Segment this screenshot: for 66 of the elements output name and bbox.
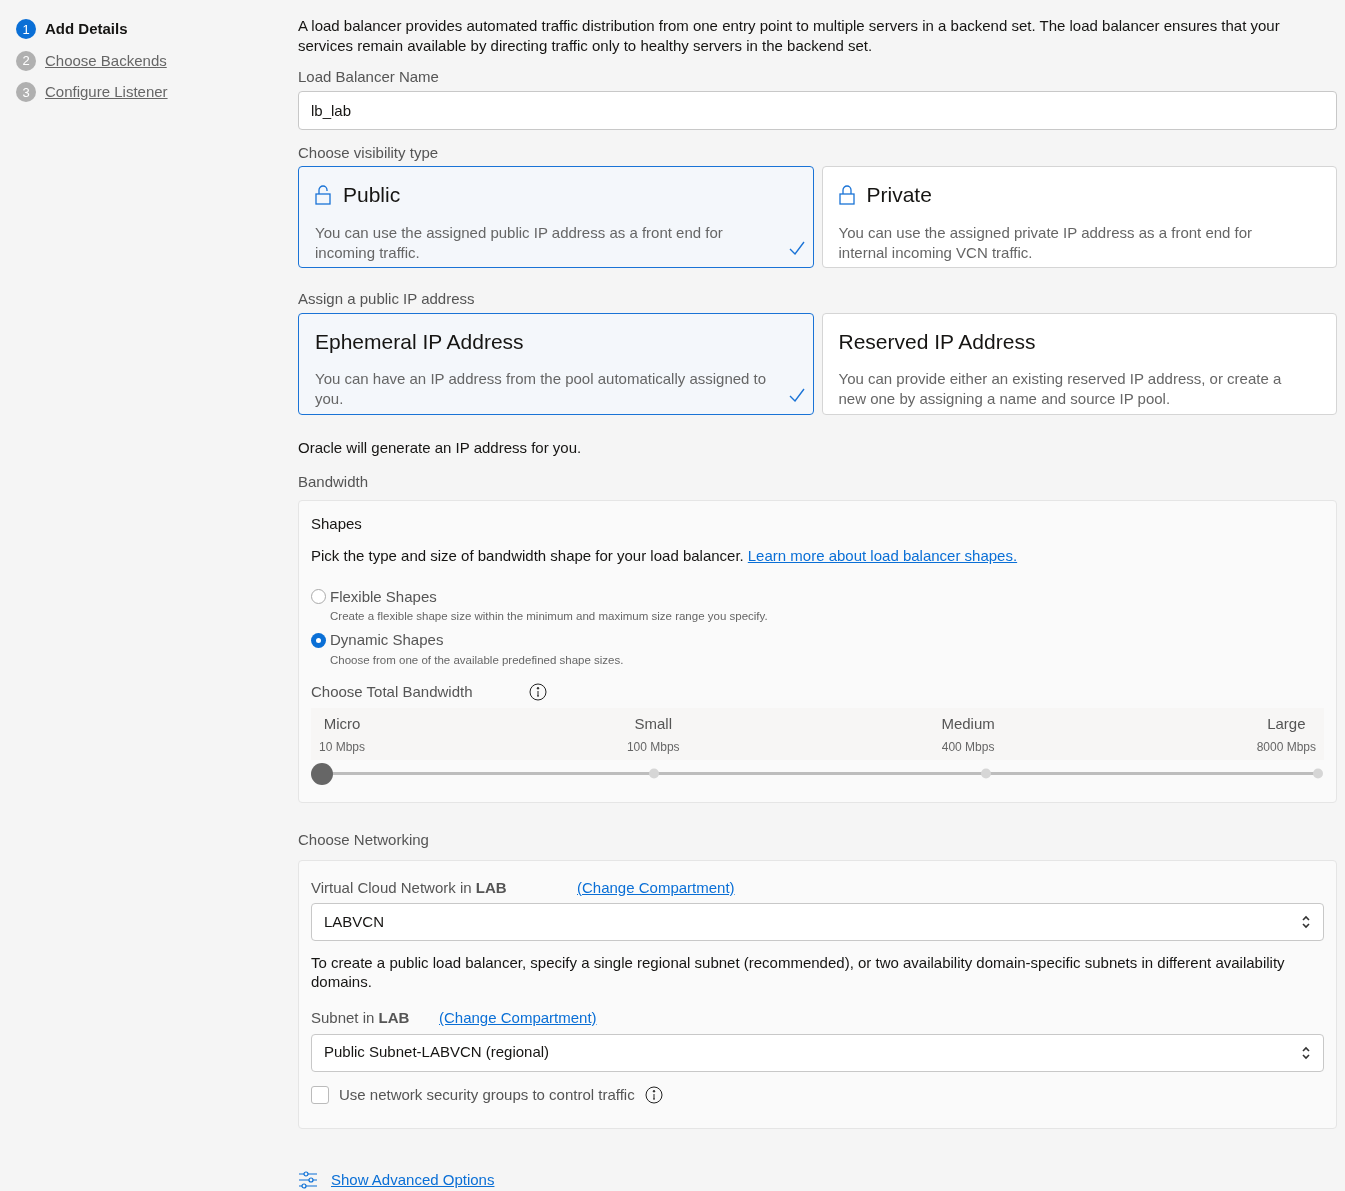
radio-label: Dynamic Shapes	[330, 630, 444, 651]
vcn-select[interactable]: LABVCN	[311, 903, 1324, 941]
stop-speed: 8000 Mbps	[1256, 739, 1316, 756]
step-link[interactable]: Configure Listener	[45, 81, 168, 104]
option-description: You can have an IP address from the pool automatically assigned to you.	[315, 369, 768, 409]
change-compartment-link[interactable]: (Change Compartment)	[577, 876, 735, 899]
radio-hint: Create a flexible shape size within the minimum and maximum size range you specify.	[330, 609, 769, 624]
option-title: Ephemeral IP Address	[315, 328, 524, 355]
stop-speed: 100 Mbps	[626, 739, 680, 756]
up-down-chevron-icon	[1301, 1044, 1311, 1061]
ip-note: Oracle will generate an IP address for you.	[298, 437, 583, 458]
stop-speed: 10 Mbps	[319, 739, 366, 756]
show-advanced-options-link[interactable]: Show Advanced Options	[331, 1169, 495, 1191]
stop-name: Medium	[941, 713, 995, 734]
option-card[interactable]: Public You can use the assigned public IP address as a front end for incoming traffic.	[298, 166, 814, 268]
stop-speed: 400 Mbps	[941, 739, 995, 756]
step-link[interactable]: Choose Backends	[45, 49, 167, 72]
stop-name: Large	[1267, 713, 1306, 734]
info-icon[interactable]	[644, 1085, 663, 1104]
option-card[interactable]: Private You can use the assigned private IP address as a front end for internal incoming VCN traffic.	[821, 166, 1337, 268]
field-label: Virtual Cloud Network in LAB	[311, 877, 508, 898]
option-description: You can use the assigned private IP address as a front end for internal incoming VCN traffic.	[838, 222, 1254, 263]
option-description: You can use the assigned public IP address as a front end for incoming traffic.	[315, 222, 724, 263]
option-card[interactable]: Reserved IP Address You can provide either an existing reserved IP address, or create a new one by assigning a name and source IP pool.	[821, 312, 1337, 415]
stop-name: Micro	[323, 713, 361, 734]
subnet-select[interactable]: Public Subnet-LABVCN (regional)	[311, 1033, 1324, 1072]
slider-thumb[interactable]	[311, 763, 333, 785]
padlock-icon	[838, 184, 855, 205]
checkmark-icon	[788, 241, 805, 255]
slider-label: Choose Total Bandwidth	[311, 682, 474, 702]
radio-button[interactable]	[311, 633, 326, 648]
checkmark-icon	[788, 387, 805, 402]
step-link[interactable]: Add Details	[45, 18, 128, 41]
option-description: You can provide either an existing reserved IP address, or create a new one by assigning a name and source IP pool.	[838, 369, 1283, 409]
up-down-chevron-icon	[1301, 914, 1311, 930]
learn-more-link[interactable]: Learn more about load balancer shapes.	[747, 545, 1018, 568]
intro-text: A load balancer provides automated traffic distribution from one entry point to multiple servers in a backend set. The load balancer ensures that your services remain available by directing traffic only to healthy servers in the backend set.	[298, 16, 1281, 56]
change-compartment-link[interactable]: (Change Compartment)	[439, 1007, 597, 1030]
step-number: 1	[16, 19, 36, 40]
section-label: Choose Networking	[298, 830, 430, 850]
section-label: Choose visibility type	[298, 142, 440, 163]
option-title: Public	[343, 182, 401, 208]
radio-button[interactable]	[311, 589, 326, 605]
step-number: 3	[16, 82, 36, 103]
subnet-help-text: To create a public load balancer, specify a single regional subnet (recommended), or two availability domain-specific subnets in different availability domains.	[311, 953, 1286, 991]
option-title: Private	[866, 182, 932, 208]
name-input[interactable]: lb_lab	[298, 90, 1337, 130]
radio-label: Flexible Shapes	[330, 586, 437, 607]
section-label: Bandwidth	[298, 472, 370, 492]
panel-title: Shapes	[311, 513, 363, 534]
field-label: Load Balancer Name	[298, 67, 440, 87]
option-card[interactable]: Ephemeral IP Address You can have an IP address from the pool automatically assigned to you.	[298, 312, 814, 415]
sliders-icon	[298, 1170, 318, 1191]
checkbox[interactable]	[311, 1085, 329, 1104]
field-label: Subnet in LAB	[311, 1008, 411, 1028]
bandwidth-slider[interactable]	[311, 762, 1324, 786]
slider-track[interactable]	[333, 768, 1323, 779]
info-icon[interactable]	[529, 683, 547, 702]
checkbox-label: Use network security groups to control traffic	[339, 1084, 635, 1105]
section-label: Assign a public IP address	[298, 289, 476, 309]
stop-name: Small	[634, 713, 672, 734]
step-number: 2	[16, 50, 36, 71]
unlocked-padlock-icon	[315, 184, 331, 205]
option-title: Reserved IP Address	[838, 328, 1036, 355]
radio-hint: Choose from one of the available predefined shape sizes.	[330, 652, 625, 668]
panel-description: Pick the type and size of bandwidth shape for your load balancer.	[311, 546, 744, 566]
